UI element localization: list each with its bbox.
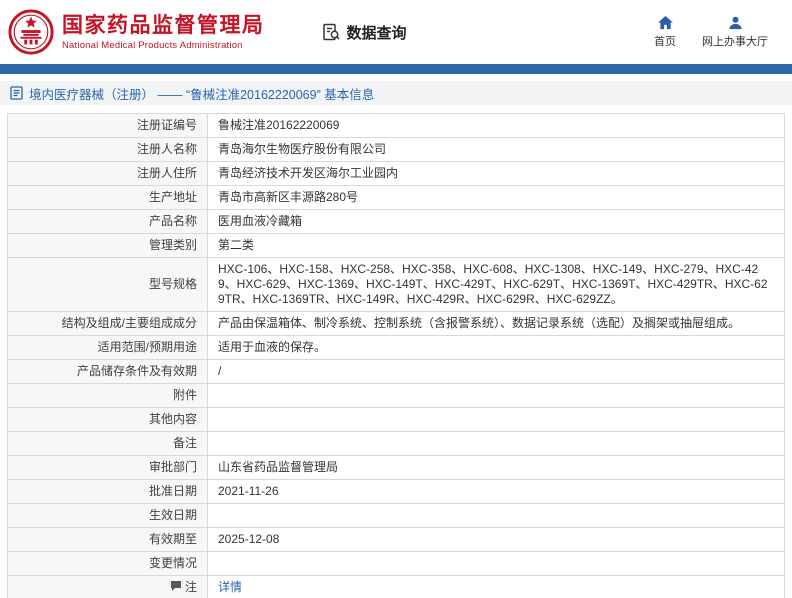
row-label: 注册证编号	[7, 113, 208, 138]
row-value: 青岛市高新区丰源路280号	[207, 185, 785, 210]
row-value: 2025-12-08	[207, 527, 785, 552]
row-value: 详情	[207, 575, 785, 598]
row-label: 变更情况	[7, 551, 208, 576]
table-row: 备注	[7, 431, 785, 456]
row-label: 有效期至	[7, 527, 208, 552]
row-value	[207, 551, 785, 576]
top-header: 国家药品监督管理局 National Medical Products Admi…	[0, 0, 792, 64]
row-value	[207, 407, 785, 432]
row-label: 结构及组成/主要组成成分	[7, 311, 208, 336]
national-emblem-icon	[8, 9, 54, 55]
row-label: 生产地址	[7, 185, 208, 210]
table-row: 注 详情	[7, 575, 785, 598]
row-value: /	[207, 359, 785, 384]
home-icon	[657, 15, 673, 29]
table-row: 生产地址 青岛市高新区丰源路280号	[7, 185, 785, 210]
row-value: HXC-106、HXC-158、HXC-258、HXC-358、HXC-608、…	[207, 257, 785, 312]
row-value	[207, 503, 785, 528]
row-value: 青岛海尔生物医疗股份有限公司	[207, 137, 785, 162]
table-row: 注册人住所 青岛经济技术开发区海尔工业园内	[7, 161, 785, 186]
table-row: 注册人名称 青岛海尔生物医疗股份有限公司	[7, 137, 785, 162]
row-label: 注册人住所	[7, 161, 208, 186]
person-icon	[728, 16, 742, 29]
row-value: 产品由保温箱体、制冷系统、控制系统（含报警系统）、数据记录系统（选配）及搁架或抽…	[207, 311, 785, 336]
table-row: 型号规格 HXC-106、HXC-158、HXC-258、HXC-358、HXC…	[7, 257, 785, 312]
registration-info-table-wrap: 注册证编号 鲁械注准20162220069 注册人名称 青岛海尔生物医疗股份有限…	[7, 113, 785, 598]
row-value: 鲁械注准20162220069	[207, 113, 785, 138]
row-label: 适用范围/预期用途	[7, 335, 208, 360]
table-row: 其他内容	[7, 407, 785, 432]
row-label: 产品名称	[7, 209, 208, 234]
table-row: 审批部门 山东省药品监督管理局	[7, 455, 785, 480]
data-query-nav[interactable]: 数据查询	[321, 22, 407, 43]
top-right-nav: 首页 网上办事大厅	[654, 15, 768, 49]
detail-link[interactable]: 详情	[218, 580, 242, 594]
home-nav[interactable]: 首页	[654, 15, 676, 49]
online-hall-label: 网上办事大厅	[702, 35, 768, 48]
brand-link[interactable]: 国家药品监督管理局 National Medical Products Admi…	[8, 9, 265, 55]
row-label: 批准日期	[7, 479, 208, 504]
row-value: 适用于血液的保存。	[207, 335, 785, 360]
online-hall-nav[interactable]: 网上办事大厅	[702, 16, 768, 49]
row-label: 管理类别	[7, 233, 208, 258]
table-row: 结构及组成/主要组成成分 产品由保温箱体、制冷系统、控制系统（含报警系统）、数据…	[7, 311, 785, 336]
registration-info-table: 注册证编号 鲁械注准20162220069 注册人名称 青岛海尔生物医疗股份有限…	[7, 113, 785, 598]
blue-divider-bar	[0, 64, 792, 74]
row-label: 产品储存条件及有效期	[7, 359, 208, 384]
table-row: 生效日期	[7, 503, 785, 528]
row-label: 生效日期	[7, 503, 208, 528]
row-label: 备注	[7, 431, 208, 456]
table-row: 有效期至 2025-12-08	[7, 527, 785, 552]
home-nav-label: 首页	[654, 35, 676, 48]
table-row: 注册证编号 鲁械注准20162220069	[7, 113, 785, 138]
row-label: 型号规格	[7, 257, 208, 312]
row-label: 注册人名称	[7, 137, 208, 162]
document-search-icon	[322, 23, 340, 41]
table-row: 管理类别 第二类	[7, 233, 785, 258]
document-icon	[10, 86, 23, 100]
row-value: 第二类	[207, 233, 785, 258]
row-label: 其他内容	[7, 407, 208, 432]
table-row: 变更情况	[7, 551, 785, 576]
row-value: 青岛经济技术开发区海尔工业园内	[207, 161, 785, 186]
note-icon	[170, 581, 181, 591]
row-label: 注	[184, 580, 197, 594]
org-name-cn: 国家药品监督管理局	[62, 13, 265, 37]
breadcrumb-text: 境内医疗器械（注册） —— “鲁械注准20162220069” 基本信息	[29, 87, 375, 102]
row-value	[207, 383, 785, 408]
row-value: 医用血液冷藏箱	[207, 209, 785, 234]
breadcrumb: 境内医疗器械（注册） —— “鲁械注准20162220069” 基本信息	[0, 81, 792, 105]
org-name-en: National Medical Products Administration	[62, 39, 243, 51]
table-row: 附件	[7, 383, 785, 408]
row-value: 山东省药品监督管理局	[207, 455, 785, 480]
row-value	[207, 431, 785, 456]
row-value: 2021-11-26	[207, 479, 785, 504]
brand-text: 国家药品监督管理局 National Medical Products Admi…	[62, 14, 265, 51]
row-label: 附件	[7, 383, 208, 408]
table-row: 批准日期 2021-11-26	[7, 479, 785, 504]
table-row: 产品名称 医用血液冷藏箱	[7, 209, 785, 234]
table-row: 产品储存条件及有效期 /	[7, 359, 785, 384]
data-query-label: 数据查询	[346, 24, 407, 42]
note-row-label: 注	[7, 575, 208, 598]
table-row: 适用范围/预期用途 适用于血液的保存。	[7, 335, 785, 360]
row-label: 审批部门	[7, 455, 208, 480]
